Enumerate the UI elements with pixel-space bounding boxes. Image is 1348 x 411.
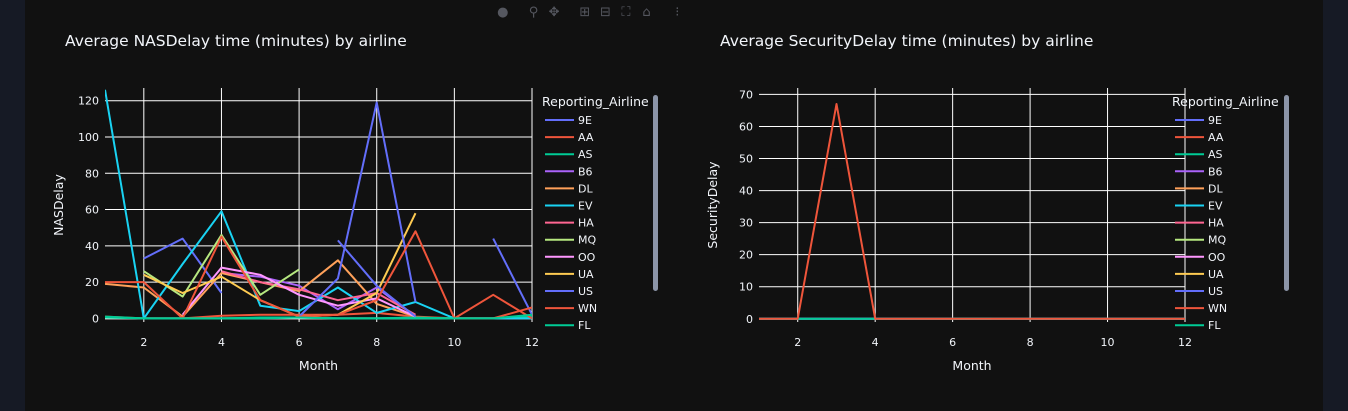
nas-legend-label: B6	[578, 165, 593, 178]
nas-legend-item-wn[interactable]: WN	[545, 302, 597, 315]
nas-y-tick-label: 20	[85, 276, 99, 289]
nas-legend-item-b6[interactable]: B6	[545, 165, 593, 178]
nas-legend-label: UA	[578, 268, 594, 281]
sec-legend-scrollbar[interactable]	[1284, 95, 1289, 291]
nas-x-axis-title: Month	[299, 358, 338, 373]
sec-y-tick-label: 30	[739, 217, 753, 230]
nas-legend-label: US	[578, 285, 593, 298]
sec-y-tick-label: 10	[739, 281, 753, 294]
nas-legend-title: Reporting_Airline	[542, 94, 649, 109]
nas-legend-label: AS	[578, 148, 593, 161]
sec-x-tick-label: 12	[1178, 336, 1192, 349]
nas-legend-item-aa[interactable]: AA	[545, 131, 594, 144]
sec-legend-label: 9E	[1208, 114, 1222, 127]
sec-legend-label: EV	[1208, 200, 1223, 213]
nas-legend-item-oo[interactable]: OO	[545, 251, 596, 264]
sec-x-tick-label: 10	[1101, 336, 1115, 349]
nas-legend-label: EV	[578, 200, 593, 213]
sec-legend-label: UA	[1208, 268, 1224, 281]
nas-legend-item-ev[interactable]: EV	[545, 200, 593, 213]
sec-legend-label: B6	[1208, 165, 1223, 178]
sec-y-tick-label: 20	[739, 249, 753, 262]
sec-chart-title: Average SecurityDelay time (minutes) by …	[720, 32, 1093, 50]
sec-legend-label: HA	[1208, 217, 1224, 230]
nas-y-tick-label: 80	[85, 167, 99, 180]
sec-legend-label: DL	[1208, 182, 1223, 195]
nas-legend-item-dl[interactable]: DL	[545, 182, 593, 195]
nas-legend-item-fl[interactable]: FL	[545, 319, 591, 332]
nas-y-tick-label: 100	[78, 131, 99, 144]
nas-legend-label: OO	[578, 251, 596, 264]
sec-y-tick-label: 40	[739, 185, 753, 198]
nas-legend-item-ha[interactable]: HA	[545, 217, 594, 230]
nas-legend-label: 9E	[578, 114, 592, 127]
nas-y-tick-label: 120	[78, 95, 99, 108]
sec-x-tick-label: 2	[794, 336, 801, 349]
sec-legend-label: MQ	[1208, 234, 1226, 247]
nas-legend-label: MQ	[578, 234, 596, 247]
nas-x-tick-label: 10	[447, 336, 461, 349]
nas-legend-label: WN	[578, 302, 597, 315]
sec-x-tick-label: 4	[872, 336, 879, 349]
sec-x-axis-title: Month	[952, 358, 991, 373]
sec-y-tick-label: 50	[739, 153, 753, 166]
sec-y-tick-label: 0	[746, 313, 753, 326]
sec-legend-label: AA	[1208, 131, 1224, 144]
nas-y-tick-label: 40	[85, 240, 99, 253]
sec-legend-title: Reporting_Airline	[1172, 94, 1279, 109]
nas-y-axis-title: NASDelay	[51, 174, 66, 236]
nas-x-tick-label: 8	[373, 336, 380, 349]
sec-y-tick-label: 70	[739, 88, 753, 101]
nas-legend-label: HA	[578, 217, 594, 230]
security-delay-chart: Average SecurityDelay time (minutes) by …	[705, 32, 1289, 373]
nas-legend-item-mq[interactable]: MQ	[545, 234, 596, 247]
nas-x-tick-label: 4	[218, 336, 225, 349]
nas-legend-item-as[interactable]: AS	[545, 148, 593, 161]
nas-y-tick-label: 60	[85, 204, 99, 217]
nas-x-tick-label: 12	[525, 336, 539, 349]
dashboard: ● ⚲ ✥ ⊞ ⊟ ⛶ ⌂ ⁝ Average NASDelay time (m…	[25, 0, 1323, 411]
nas-x-tick-label: 6	[296, 336, 303, 349]
nas-legend-label: AA	[578, 131, 594, 144]
sec-x-tick-label: 6	[949, 336, 956, 349]
sec-legend-label: US	[1208, 285, 1223, 298]
nas-y-tick-label: 0	[92, 312, 99, 325]
nas-legend-item-us[interactable]: US	[545, 285, 593, 298]
sec-legend-label: AS	[1208, 148, 1223, 161]
nas-chart-title: Average NASDelay time (minutes) by airli…	[65, 32, 407, 50]
sec-legend-label: FL	[1208, 319, 1221, 332]
nas-delay-chart: Average NASDelay time (minutes) by airli…	[51, 32, 658, 373]
nas-legend-item-9e[interactable]: 9E	[545, 114, 592, 127]
sec-y-axis-title: SecurityDelay	[705, 161, 720, 249]
sec-legend-label: WN	[1208, 302, 1227, 315]
sec-legend-label: OO	[1208, 251, 1226, 264]
nas-legend-label: DL	[578, 182, 593, 195]
sec-x-tick-label: 8	[1027, 336, 1034, 349]
nas-legend-label: FL	[578, 319, 591, 332]
nas-legend-item-ua[interactable]: UA	[545, 268, 594, 281]
sec-y-tick-label: 60	[739, 120, 753, 133]
nas-legend-scrollbar[interactable]	[653, 95, 658, 291]
nas-x-tick-label: 2	[140, 336, 147, 349]
